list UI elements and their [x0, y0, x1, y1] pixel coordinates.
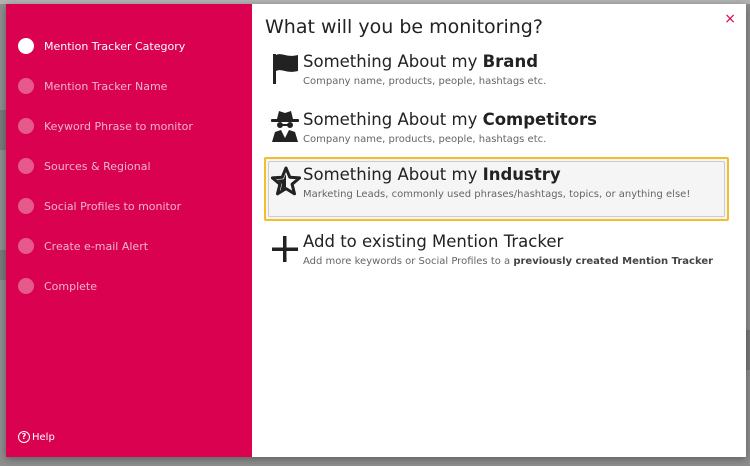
option-title: Add to existing Mention Tracker — [303, 232, 564, 251]
option-description: Company name, products, people, hashtags… — [303, 134, 547, 145]
option-title: Something About my Competitors — [303, 110, 597, 129]
plus-icon — [272, 236, 298, 262]
step-social-profiles[interactable]: Social Profiles to monitor — [18, 186, 193, 226]
create-mention-tracker-modal: Mention Tracker Category Mention Tracker… — [6, 4, 746, 457]
option-description: Add more keywords or Social Profiles to … — [303, 256, 714, 267]
step-label: Keyword Phrase to monitor — [44, 119, 193, 133]
step-sources-regional[interactable]: Sources & Regional — [18, 146, 193, 186]
category-options: Something About my Brand Company name, p… — [264, 44, 729, 282]
step-label: Sources & Regional — [44, 159, 151, 173]
step-label: Mention Tracker Name — [44, 79, 168, 93]
option-add-to-existing[interactable]: Add to existing Mention Tracker Add more… — [265, 224, 721, 282]
wizard-sidebar: Mention Tracker Category Mention Tracker… — [6, 4, 252, 457]
help-icon: ? — [18, 431, 30, 443]
star-icon — [271, 166, 301, 196]
step-label: Social Profiles to monitor — [44, 199, 182, 213]
flag-icon — [273, 54, 298, 84]
step-create-email-alert[interactable]: Create e-mail Alert — [18, 226, 193, 266]
option-competitors[interactable]: Something About my Competitors Company n… — [265, 102, 721, 160]
step-mention-tracker-name[interactable]: Mention Tracker Name — [18, 66, 193, 106]
step-indicator-icon — [18, 118, 34, 134]
step-keyword-phrase[interactable]: Keyword Phrase to monitor — [18, 106, 193, 146]
option-description: Marketing Leads, commonly used phrases/h… — [303, 189, 691, 200]
step-indicator-icon — [18, 78, 34, 94]
step-mention-tracker-category[interactable]: Mention Tracker Category — [18, 26, 193, 66]
close-icon[interactable]: × — [724, 12, 736, 26]
step-indicator-icon — [18, 158, 34, 174]
help-link[interactable]: ? Help — [18, 431, 55, 443]
category-selection-panel: × What will you be monitoring? Something… — [252, 4, 746, 457]
step-label: Mention Tracker Category — [44, 39, 186, 53]
page-title: What will you be monitoring? — [265, 16, 543, 38]
help-label: Help — [32, 431, 55, 443]
background-fragment — [746, 330, 750, 370]
step-indicator-icon — [18, 278, 34, 294]
option-title: Something About my Industry — [303, 165, 561, 184]
option-description: Company name, products, people, hashtags… — [303, 76, 547, 87]
step-indicator-icon — [18, 38, 34, 54]
wizard-steps: Mention Tracker Category Mention Tracker… — [18, 26, 193, 306]
step-indicator-icon — [18, 238, 34, 254]
option-brand[interactable]: Something About my Brand Company name, p… — [265, 44, 721, 102]
option-title: Something About my Brand — [303, 52, 538, 71]
step-indicator-icon — [18, 198, 34, 214]
step-complete[interactable]: Complete — [18, 266, 193, 306]
option-industry[interactable]: Something About my Industry Marketing Le… — [264, 157, 729, 221]
spy-icon — [271, 111, 299, 142]
step-label: Create e-mail Alert — [44, 239, 149, 253]
step-label: Complete — [44, 279, 98, 293]
